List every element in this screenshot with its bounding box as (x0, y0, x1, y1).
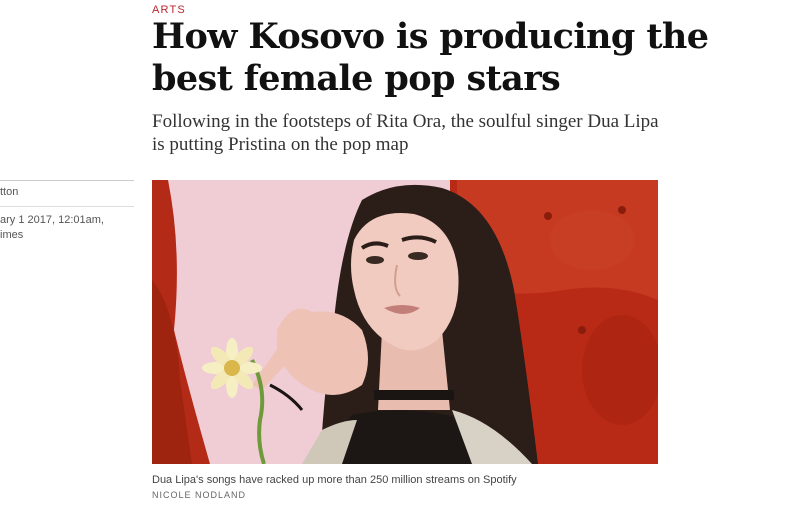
byline-publication-line: imes (0, 229, 24, 241)
article-headline: How Kosovo is producing the best female … (152, 16, 709, 99)
image-credit: NICOLE NODLAND (152, 490, 247, 500)
hero-image (152, 180, 658, 464)
hero-photo-illustration (152, 180, 658, 464)
byline-date-line: ary 1 2017, 12:01am, (0, 214, 104, 226)
section-label[interactable]: ARTS (152, 4, 186, 16)
byline-divider (0, 180, 134, 181)
image-caption: Dua Lipa's songs have racked up more tha… (152, 474, 517, 486)
byline-author[interactable]: tton (0, 186, 18, 198)
byline-date: ary 1 2017, 12:01am, imes (0, 213, 134, 243)
article-standfirst: Following in the footsteps of Rita Ora, … (152, 111, 659, 155)
byline-divider (0, 206, 134, 207)
